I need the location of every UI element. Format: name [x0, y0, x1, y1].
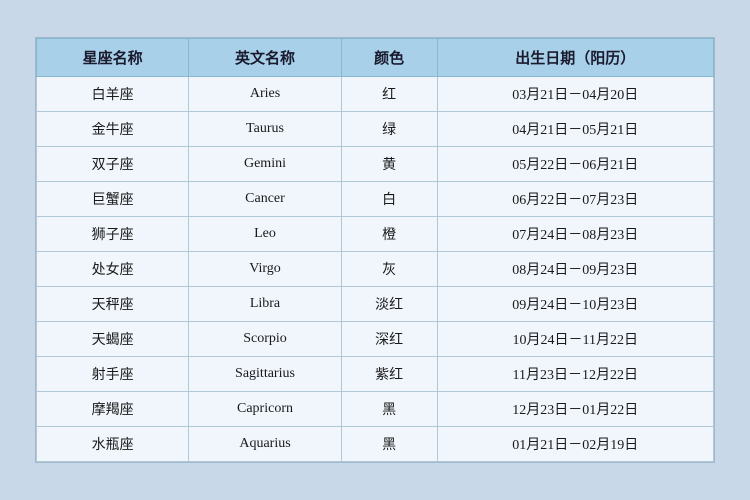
cell-color-5: 灰 [341, 252, 437, 287]
cell-color-3: 白 [341, 182, 437, 217]
cell-date-4: 07月24日－08月23日 [437, 217, 713, 252]
cell-color-7: 深红 [341, 322, 437, 357]
cell-chinese-1: 金牛座 [37, 112, 189, 147]
cell-date-9: 12月23日－01月22日 [437, 392, 713, 427]
cell-date-0: 03月21日－04月20日 [437, 77, 713, 112]
table-row: 双子座Gemini黄05月22日－06月21日 [37, 147, 714, 182]
col-color: 颜色 [341, 39, 437, 77]
cell-chinese-2: 双子座 [37, 147, 189, 182]
cell-color-4: 橙 [341, 217, 437, 252]
table-row: 处女座Virgo灰08月24日－09月23日 [37, 252, 714, 287]
table-row: 天秤座Libra淡红09月24日－10月23日 [37, 287, 714, 322]
header-row: 星座名称 英文名称 颜色 出生日期（阳历） [37, 39, 714, 77]
cell-color-2: 黄 [341, 147, 437, 182]
cell-english-5: Virgo [189, 252, 341, 287]
cell-date-6: 09月24日－10月23日 [437, 287, 713, 322]
cell-chinese-5: 处女座 [37, 252, 189, 287]
cell-date-10: 01月21日－02月19日 [437, 427, 713, 462]
cell-color-10: 黑 [341, 427, 437, 462]
zodiac-table: 星座名称 英文名称 颜色 出生日期（阳历） 白羊座Aries红03月21日－04… [36, 38, 714, 462]
table-row: 白羊座Aries红03月21日－04月20日 [37, 77, 714, 112]
table-row: 狮子座Leo橙07月24日－08月23日 [37, 217, 714, 252]
col-date: 出生日期（阳历） [437, 39, 713, 77]
cell-english-6: Libra [189, 287, 341, 322]
cell-english-9: Capricorn [189, 392, 341, 427]
table-header: 星座名称 英文名称 颜色 出生日期（阳历） [37, 39, 714, 77]
cell-date-1: 04月21日－05月21日 [437, 112, 713, 147]
cell-chinese-4: 狮子座 [37, 217, 189, 252]
cell-english-1: Taurus [189, 112, 341, 147]
col-chinese-name: 星座名称 [37, 39, 189, 77]
cell-chinese-3: 巨蟹座 [37, 182, 189, 217]
cell-color-9: 黑 [341, 392, 437, 427]
table-body: 白羊座Aries红03月21日－04月20日金牛座Taurus绿04月21日－0… [37, 77, 714, 462]
cell-date-2: 05月22日－06月21日 [437, 147, 713, 182]
cell-color-1: 绿 [341, 112, 437, 147]
cell-english-4: Leo [189, 217, 341, 252]
cell-color-6: 淡红 [341, 287, 437, 322]
cell-date-5: 08月24日－09月23日 [437, 252, 713, 287]
cell-chinese-6: 天秤座 [37, 287, 189, 322]
table-row: 金牛座Taurus绿04月21日－05月21日 [37, 112, 714, 147]
table-row: 巨蟹座Cancer白06月22日－07月23日 [37, 182, 714, 217]
cell-color-0: 红 [341, 77, 437, 112]
cell-english-2: Gemini [189, 147, 341, 182]
cell-english-10: Aquarius [189, 427, 341, 462]
cell-date-7: 10月24日－11月22日 [437, 322, 713, 357]
cell-date-3: 06月22日－07月23日 [437, 182, 713, 217]
cell-chinese-8: 射手座 [37, 357, 189, 392]
cell-date-8: 11月23日－12月22日 [437, 357, 713, 392]
cell-chinese-9: 摩羯座 [37, 392, 189, 427]
cell-chinese-0: 白羊座 [37, 77, 189, 112]
cell-english-3: Cancer [189, 182, 341, 217]
zodiac-table-container: 星座名称 英文名称 颜色 出生日期（阳历） 白羊座Aries红03月21日－04… [35, 37, 715, 463]
table-row: 水瓶座Aquarius黑01月21日－02月19日 [37, 427, 714, 462]
col-english-name: 英文名称 [189, 39, 341, 77]
cell-english-7: Scorpio [189, 322, 341, 357]
table-row: 摩羯座Capricorn黑12月23日－01月22日 [37, 392, 714, 427]
cell-color-8: 紫红 [341, 357, 437, 392]
cell-english-0: Aries [189, 77, 341, 112]
table-row: 射手座Sagittarius紫红11月23日－12月22日 [37, 357, 714, 392]
cell-chinese-10: 水瓶座 [37, 427, 189, 462]
cell-english-8: Sagittarius [189, 357, 341, 392]
table-row: 天蝎座Scorpio深红10月24日－11月22日 [37, 322, 714, 357]
cell-chinese-7: 天蝎座 [37, 322, 189, 357]
